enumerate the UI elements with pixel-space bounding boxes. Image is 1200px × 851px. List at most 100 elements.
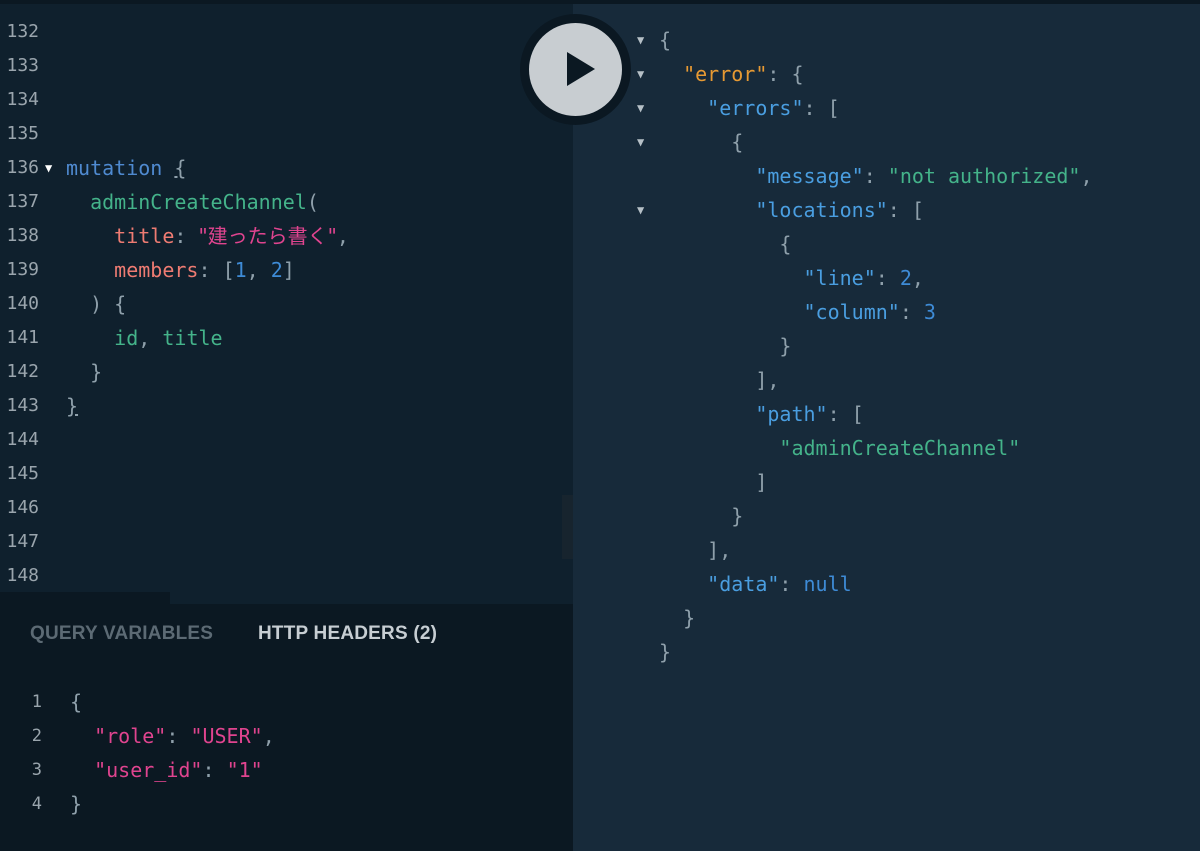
fold-toggle-icon[interactable]: ▼ <box>637 91 651 125</box>
editor-line: 142 } <box>0 355 573 389</box>
message-key: "message" <box>755 164 864 188</box>
code-text: members: [1, 2] <box>114 258 295 282</box>
fold-toggle-icon[interactable]: ▼ <box>637 57 651 91</box>
members-open: [ <box>222 258 235 282</box>
editor-line: 146 <box>0 491 573 525</box>
result-line: ] <box>573 465 1200 499</box>
headers-line: 3 "user_id": "1" <box>0 753 573 787</box>
line-number: 2 <box>31 726 42 746</box>
editor-line: 145 <box>0 457 573 491</box>
result-line: } <box>573 601 1200 635</box>
tab-query-variables[interactable]: QUERY VARIABLES <box>30 623 213 645</box>
field-id: id <box>114 326 139 350</box>
editor-line: 132 <box>0 15 573 49</box>
line-number: 140 <box>6 293 39 314</box>
editor-line: 136 ▼ mutation { <box>0 151 573 185</box>
code-text: { <box>659 28 672 52</box>
fold-toggle-icon[interactable]: ▼ <box>637 125 651 159</box>
query-pane: 132 133 134 135 136 ▼ mutation { 137 adm… <box>0 0 573 851</box>
code-text: ], <box>659 368 780 392</box>
run-button-ring <box>520 14 631 125</box>
editor-line: 147 <box>0 525 573 559</box>
code-text: ], <box>659 538 732 562</box>
result-line: "message": "not authorized", <box>573 159 1200 193</box>
code-text: "path": [ <box>755 402 864 426</box>
members-arg: members <box>114 258 199 282</box>
path-value: "adminCreateChannel" <box>779 436 1021 460</box>
result-line: ▼ "error": { <box>573 57 1200 91</box>
data-key: "data" <box>707 572 780 596</box>
code-text: "errors": [ <box>707 96 840 120</box>
headers-line: 4 } <box>0 787 573 821</box>
editor-line: 138 title: "建ったら書く", <box>0 219 573 253</box>
code-text: ] <box>659 470 768 494</box>
editor-line: 144 <box>0 423 573 457</box>
fold-toggle-icon[interactable]: ▼ <box>637 23 651 57</box>
line-value: 2 <box>899 266 912 290</box>
code-text: mutation { <box>66 151 186 185</box>
code-text: "locations": [ <box>755 198 924 222</box>
code-text: } <box>659 606 696 630</box>
code-text: "line": 2, <box>803 266 924 290</box>
editor-line: 137 adminCreateChannel( <box>0 185 573 219</box>
line-number: 132 <box>6 21 39 42</box>
result-line: ▼ "errors": [ <box>573 91 1200 125</box>
tab-http-headers[interactable]: HTTP HEADERS (2) <box>258 623 437 645</box>
editor-line: 148 <box>0 559 573 593</box>
member-value: 1 <box>234 258 247 282</box>
line-number: 136 <box>6 157 39 178</box>
run-query-button[interactable] <box>529 23 622 116</box>
code-text: id, title <box>114 326 223 350</box>
result-line: ▼ { <box>573 23 1200 57</box>
result-line: ], <box>573 533 1200 567</box>
code-text: "adminCreateChannel" <box>659 431 1020 465</box>
member-value: 2 <box>270 258 283 282</box>
result-line: ▼ { <box>573 125 1200 159</box>
code-text: "role": "USER", <box>94 724 275 748</box>
result-line: "data": null <box>573 567 1200 601</box>
panel-resize-handle[interactable] <box>0 592 170 604</box>
members-close: ] <box>282 258 295 282</box>
code-text: } <box>659 334 792 358</box>
code-text: "message": "not authorized", <box>755 164 1093 188</box>
line-number: 148 <box>6 565 39 586</box>
code-text: } <box>70 787 82 821</box>
code-text: { <box>659 130 744 154</box>
user-id-key: "user_id" <box>94 758 203 782</box>
line-number: 145 <box>6 463 39 484</box>
code-text: } <box>659 640 672 664</box>
open-brace: { <box>70 690 83 714</box>
role-key: "role" <box>94 724 167 748</box>
line-number: 4 <box>31 794 42 814</box>
fold-toggle-icon[interactable]: ▼ <box>637 193 651 227</box>
result-pane: ▼ { ▼ "error": { ▼ "errors": [ ▼ { "mess… <box>573 0 1200 851</box>
line-key: "line" <box>803 266 876 290</box>
line-number: 133 <box>6 55 39 76</box>
fold-toggle-icon[interactable]: ▼ <box>45 151 59 185</box>
open-paren: ( <box>306 190 319 214</box>
path-key: "path" <box>755 402 828 426</box>
editor-line: 134 <box>0 83 573 117</box>
line-number: 138 <box>6 225 39 246</box>
close-paren-brace: ) { <box>90 292 127 316</box>
code-text: } <box>66 355 102 389</box>
data-value: null <box>803 572 852 596</box>
headers-line: 2 "role": "USER", <box>0 719 573 753</box>
line-number: 142 <box>6 361 39 382</box>
result-line: "line": 2, <box>573 261 1200 295</box>
line-number: 134 <box>6 89 39 110</box>
result-line: } <box>573 635 1200 669</box>
query-editor[interactable]: 132 133 134 135 136 ▼ mutation { 137 adm… <box>0 0 573 600</box>
locations-key: "locations" <box>755 198 888 222</box>
line-number: 135 <box>6 123 39 144</box>
editor-line: 143 } <box>0 389 573 423</box>
title-value: "建ったら書く" <box>198 224 337 248</box>
field-title: title <box>162 326 223 350</box>
line-number: 141 <box>6 327 39 348</box>
editor-line: 141 id, title <box>0 321 573 355</box>
editor-scrollbar[interactable] <box>562 495 573 559</box>
close-brace: } <box>70 792 83 816</box>
function-name: adminCreateChannel <box>90 190 307 214</box>
line-number: 144 <box>6 429 39 450</box>
line-number: 1 <box>31 692 42 712</box>
